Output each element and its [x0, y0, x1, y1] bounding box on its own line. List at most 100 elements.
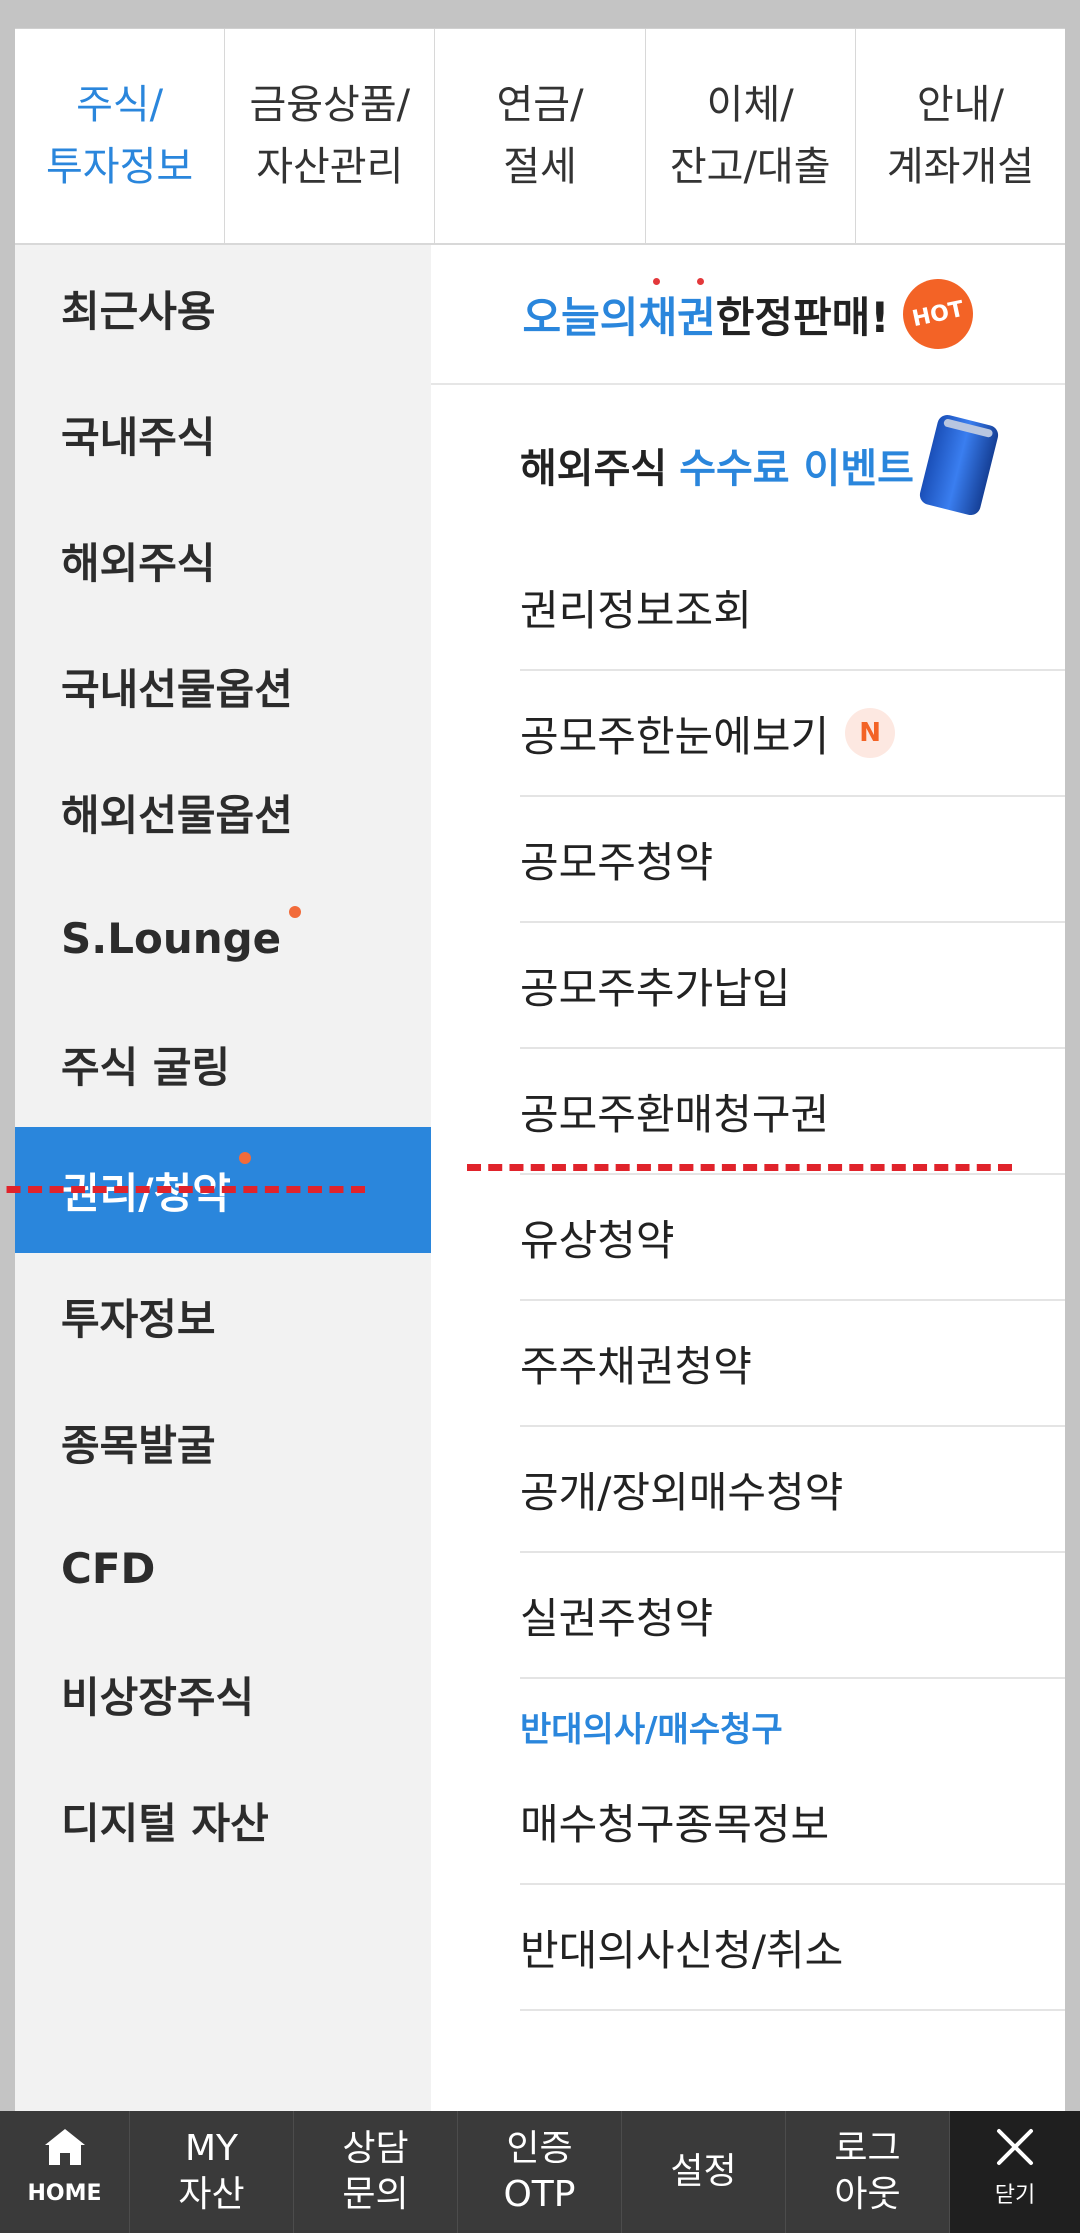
tab-label-line2: 투자정보 [46, 144, 194, 190]
left-item-domestic-stocks[interactable]: 국내주식 [15, 371, 431, 497]
top-tabs: 주식/ 투자정보 금융상품/ 자산관리 연금/ 절세 이체/ 잔고/대출 안내/… [15, 29, 1065, 245]
tab-label-line2: 잔고/대출 [669, 144, 831, 190]
submenu-label: 공모주환매청구권 [520, 1089, 830, 1139]
left-item-text: S.Lounge [61, 913, 282, 963]
submenu-shareholder-bond[interactable]: 주주채권청약 [520, 1301, 1065, 1427]
hot-badge-icon: HOT [896, 272, 980, 356]
submenu-ipo-overview[interactable]: 공모주한눈에보기 N [520, 671, 1065, 797]
logout-button[interactable]: 로그 아웃 [786, 2111, 950, 2233]
home-label: HOME [27, 2181, 102, 2206]
left-item-label: CFD [61, 1543, 156, 1593]
settings-button[interactable]: 설정 [622, 2111, 786, 2233]
tab-label-line1: 주식/ [76, 82, 164, 128]
submenu-rights-info[interactable]: 권리정보조회 [520, 545, 1065, 671]
menu-panel: 주식/ 투자정보 금융상품/ 자산관리 연금/ 절세 이체/ 잔고/대출 안내/… [15, 28, 1065, 2112]
left-item-label: 해외선물옵션 [61, 790, 293, 840]
submenu-label: 실권주청약 [520, 1593, 714, 1643]
close-button[interactable]: 닫기 [950, 2111, 1080, 2233]
new-badge-icon: N [845, 708, 896, 758]
left-item-overseas-futures[interactable]: 해외선물옵션 [15, 749, 431, 875]
bottom-label-line1: 인증 [506, 2128, 573, 2169]
promo-highlight: 오늘의채권 [522, 277, 716, 345]
consult-button[interactable]: 상담 문의 [294, 2111, 458, 2233]
tab-label-line2: 계좌개설 [886, 144, 1035, 190]
bottom-label-line2: 문의 [342, 2174, 409, 2215]
submenu-dissent-apply[interactable]: 반대의사신청/취소 [520, 1885, 1065, 2011]
tab-label-line1: 금융상품/ [249, 82, 411, 128]
left-menu: 최근사용 국내주식 해외주식 국내선물옵션 해외선물옵션 S.Lounge 주식… [15, 245, 431, 2112]
annotation-dash-right [467, 1164, 1012, 1171]
left-item-label: 주식 굴링 [61, 1042, 231, 1092]
left-item-domestic-futures[interactable]: 국내선물옵션 [15, 623, 431, 749]
close-label: 닫기 [994, 2183, 1036, 2208]
left-item-label: 최근사용 [61, 286, 216, 336]
bottom-label-line1: MY [184, 2128, 239, 2169]
bond-promo-banner[interactable]: 오늘의채권 한정판매! HOT [431, 245, 1065, 385]
promo-text: 해외주식 [520, 446, 668, 492]
left-item-recent[interactable]: 최근사용 [15, 245, 431, 371]
submenu-label: 유상청약 [520, 1215, 675, 1265]
left-item-label: 투자정보 [61, 1294, 216, 1344]
submenu-forfeited-shares[interactable]: 실권주청약 [520, 1553, 1065, 1679]
left-item-unlisted-stocks[interactable]: 비상장주식 [15, 1631, 431, 1757]
left-item-investment-info[interactable]: 투자정보 [15, 1253, 431, 1379]
tab-transfer-balance[interactable]: 이체/ 잔고/대출 [646, 29, 856, 243]
submenu-appraisal-info[interactable]: 매수청구종목정보 [520, 1759, 1065, 1885]
tab-financial-products[interactable]: 금융상품/ 자산관리 [225, 29, 436, 243]
promo-highlight: 수수료 이벤트 [679, 446, 914, 492]
submenu-label: 공모주청약 [520, 837, 714, 887]
tab-stocks-investment-info[interactable]: 주식/ 투자정보 [15, 29, 226, 243]
bottom-bar: HOME MY 자산 상담 문의 인증 OTP 설정 로그 아웃 닫기 [0, 2111, 1080, 2233]
home-icon [44, 2129, 85, 2165]
tab-label-line1: 연금/ [496, 82, 584, 128]
submenu-label: 공개/장외매수청약 [520, 1467, 844, 1517]
bottom-label-line1: 로그 [834, 2128, 901, 2169]
tab-label-line1: 이체/ [706, 82, 794, 128]
soda-can-icon [917, 412, 1001, 518]
right-content: 오늘의채권 한정판매! HOT 해외주식 수수료 이벤트 권리정보조회 공모주한… [431, 245, 1065, 2112]
emphasis-dots [652, 277, 713, 286]
submenu-tender-offer[interactable]: 공개/장외매수청약 [520, 1427, 1065, 1553]
left-item-cfd[interactable]: CFD [15, 1505, 431, 1631]
tab-label-line1: 안내/ [916, 82, 1004, 128]
left-item-label: 해외주식 [61, 538, 216, 588]
promo-highlight-text: 오늘의채권 [522, 292, 716, 342]
bottom-label-line2: 자산 [178, 2174, 245, 2215]
tab-label-line2: 자산관리 [256, 144, 404, 190]
submenu-ipo-putback-right[interactable]: 공모주환매청구권 [520, 1049, 1065, 1175]
left-item-stock-discovery[interactable]: 종목발굴 [15, 1379, 431, 1505]
tab-guide-account[interactable]: 안내/ 계좌개설 [856, 29, 1065, 243]
left-item-stock-rolling[interactable]: 주식 굴링 [15, 1001, 431, 1127]
close-icon [997, 2129, 1033, 2165]
left-item-label: 종목발굴 [61, 1420, 216, 1470]
submenu-ipo-additional-payment[interactable]: 공모주추가납입 [520, 923, 1065, 1049]
tab-pension-tax[interactable]: 연금/ 절세 [435, 29, 646, 243]
submenu-label: 주주채권청약 [520, 1341, 752, 1391]
left-item-digital-assets[interactable]: 디지털 자산 [15, 1757, 431, 1883]
submenu-label: 매수청구종목정보 [520, 1799, 830, 1849]
new-dot-indicator [238, 1151, 251, 1164]
left-item-label: 디지털 자산 [61, 1798, 269, 1848]
submenu-list: 권리정보조회 공모주한눈에보기 N 공모주청약 공모주추가납입 공모주환매청구권 … [520, 545, 1065, 2011]
section-title: 반대의사/매수청구 [520, 1710, 783, 1750]
submenu-label: 공모주추가납입 [520, 963, 791, 1013]
new-dot-indicator [289, 905, 302, 918]
app-root: 주식/ 투자정보 금융상품/ 자산관리 연금/ 절세 이체/ 잔고/대출 안내/… [0, 0, 1080, 2233]
left-item-label: 비상장주식 [61, 1672, 255, 1722]
left-item-s-lounge[interactable]: S.Lounge [15, 875, 431, 1001]
bottom-label-line2: OTP [503, 2174, 576, 2215]
home-button[interactable]: HOME [0, 2111, 130, 2233]
left-item-text: 권리/청약 [61, 1168, 231, 1218]
promo-text: 한정판매! [715, 292, 890, 342]
my-assets-button[interactable]: MY 자산 [130, 2111, 294, 2233]
submenu-ipo-subscription[interactable]: 공모주청약 [520, 797, 1065, 923]
bottom-label-line1: 설정 [670, 2151, 737, 2192]
submenu-label: 반대의사신청/취소 [520, 1925, 844, 1975]
overseas-fee-event-banner[interactable]: 해외주식 수수료 이벤트 [431, 385, 1065, 545]
left-item-overseas-stocks[interactable]: 해외주식 [15, 497, 431, 623]
submenu-rights-offering[interactable]: 유상청약 [520, 1175, 1065, 1301]
auth-otp-button[interactable]: 인증 OTP [458, 2111, 622, 2233]
left-item-label: 국내선물옵션 [61, 664, 293, 714]
submenu-label: 권리정보조회 [520, 585, 752, 635]
left-item-label: S.Lounge [61, 905, 302, 963]
